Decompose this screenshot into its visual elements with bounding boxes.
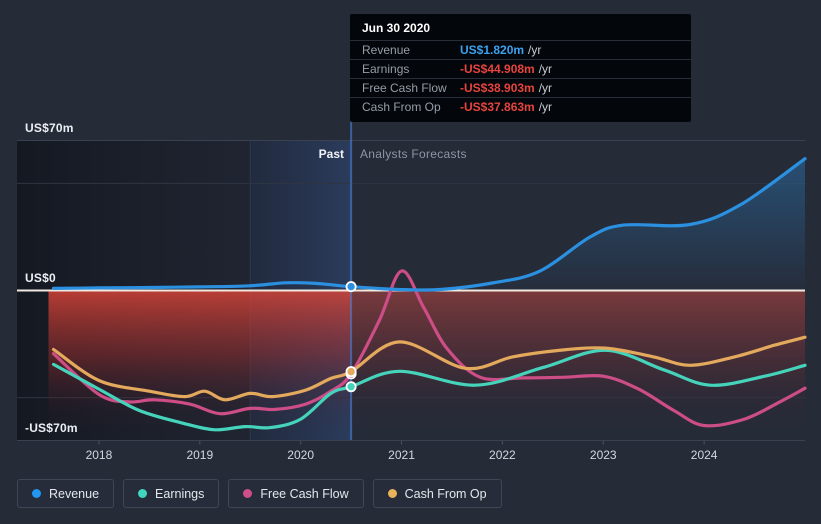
legend-label: Revenue xyxy=(49,486,100,501)
revenue-dot-icon xyxy=(32,489,41,498)
x-axis-label-2021: 2021 xyxy=(388,448,415,462)
legend-toggle-cash-from-op[interactable]: Cash From Op xyxy=(372,479,502,508)
earnings-revenue-chart-panel: US$70m US$0 -US$70m Past Analysts Foreca… xyxy=(0,0,821,524)
legend: Revenue Earnings Free Cash Flow Cash From O… xyxy=(17,479,502,508)
x-axis-label-2022: 2022 xyxy=(489,448,516,462)
x-axis-label-2023: 2023 xyxy=(589,448,617,462)
revenue-area-fill xyxy=(351,158,805,291)
x-axis-label-2024: 2024 xyxy=(690,448,718,462)
tooltip-row-cash-from-op: Cash From Op -US$37.863m/yr xyxy=(350,97,691,116)
past-zone-label: Past xyxy=(318,147,344,161)
legend-toggle-earnings[interactable]: Earnings xyxy=(123,479,220,508)
forecast-zone-label: Analysts Forecasts xyxy=(360,147,467,161)
tooltip-row-value: -US$37.863m xyxy=(460,100,535,114)
legend-label: Earnings xyxy=(155,486,205,501)
earnings-dot-icon xyxy=(138,489,148,498)
legend-toggle-revenue[interactable]: Revenue xyxy=(17,479,115,508)
tooltip: Jun 30 2020 Revenue US$1.820m/yr Earnings -… xyxy=(350,14,691,122)
marker-earnings[interactable] xyxy=(345,381,357,393)
y-axis-label-bottom: -US$70m xyxy=(25,421,78,435)
loss-area-past xyxy=(48,290,352,433)
tooltip-row-label: Free Cash Flow xyxy=(362,81,447,95)
tooltip-row-label: Revenue xyxy=(362,43,411,57)
tooltip-row-suffix: /yr xyxy=(528,43,542,57)
tooltip-row-value: -US$38.903m xyxy=(460,81,535,95)
x-axis-label-2019: 2019 xyxy=(186,448,214,462)
marker-cash-from-op[interactable] xyxy=(345,366,357,378)
y-axis-label-zero: US$0 xyxy=(25,271,56,285)
legend-toggle-free-cash-flow[interactable]: Free Cash Flow xyxy=(228,479,364,508)
marker-revenue[interactable] xyxy=(345,281,357,293)
tooltip-row-value: US$1.820m xyxy=(460,43,525,57)
cash-from-op-dot-icon xyxy=(387,489,397,498)
tooltip-row-suffix: /yr xyxy=(538,62,553,76)
tooltip-row-suffix: /yr xyxy=(538,81,553,95)
tooltip-row-revenue: Revenue US$1.820m/yr xyxy=(350,40,691,59)
x-axis-label-2020: 2020 xyxy=(287,448,314,462)
tooltip-row-free-cash-flow: Free Cash Flow -US$38.903m/yr xyxy=(350,78,691,97)
x-axis-label-2018: 2018 xyxy=(85,448,113,462)
tooltip-row-value: -US$44.908m xyxy=(460,62,535,76)
legend-label: Cash From Op xyxy=(404,486,487,501)
loss-area-forecast xyxy=(351,290,805,433)
legend-label: Free Cash Flow xyxy=(260,486,349,501)
tooltip-row-label: Earnings xyxy=(362,62,410,76)
tooltip-row-suffix: /yr xyxy=(538,100,553,114)
tooltip-date: Jun 30 2020 xyxy=(362,21,431,35)
tooltip-row-label: Cash From Op xyxy=(362,100,441,114)
free-cash-flow-dot-icon xyxy=(243,489,253,498)
tooltip-row-earnings: Earnings -US$44.908m/yr xyxy=(350,59,691,78)
y-axis-label-top: US$70m xyxy=(25,121,74,135)
